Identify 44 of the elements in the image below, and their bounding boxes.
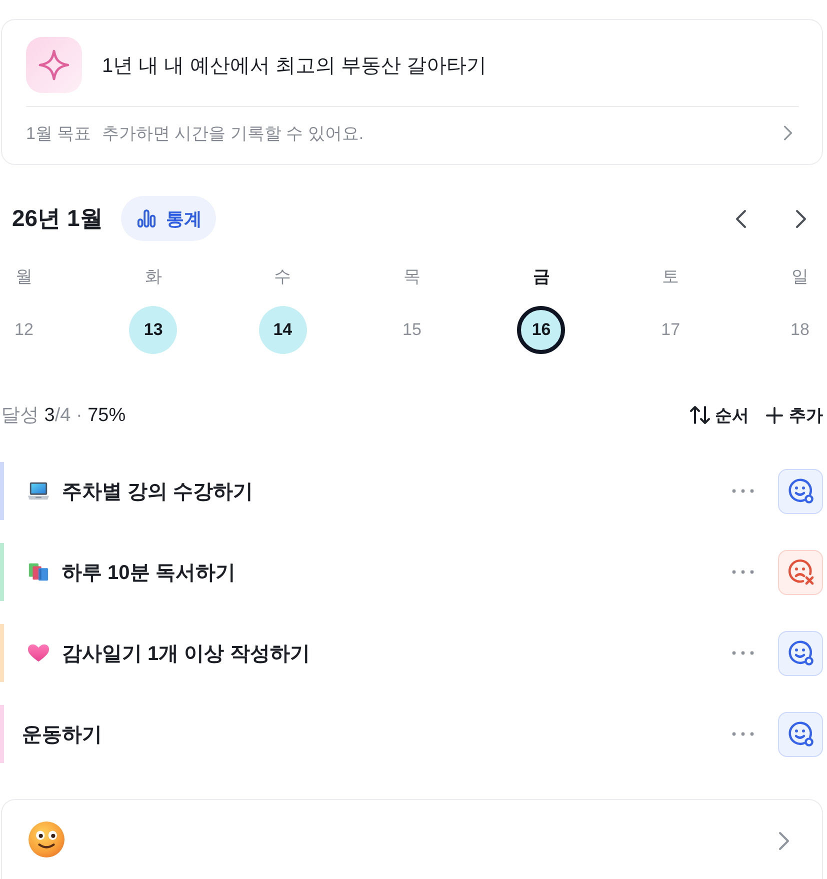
more-icon[interactable]: [731, 488, 755, 494]
smiley-icon: [786, 639, 814, 667]
bar-chart-icon: [136, 209, 156, 228]
task-title[interactable]: 주차별 강의 수강하기: [62, 478, 254, 504]
achievement-summary: 달성 3/4 · 75%: [1, 404, 126, 428]
goal-hint: 추가하면 시간을 기록할 수 있어요.: [102, 122, 365, 144]
books-icon: [27, 562, 50, 582]
month-title: 26년 1월: [12, 204, 103, 233]
task-title[interactable]: 감사일기 1개 이상 작성하기: [62, 640, 310, 666]
status-button[interactable]: [778, 550, 823, 594]
laptop-icon: [27, 481, 50, 501]
sort-icon: [689, 405, 711, 425]
smiley-face-icon: [28, 821, 65, 858]
status-button[interactable]: [778, 468, 823, 514]
sparkle-icon: [26, 37, 82, 93]
heart-icon: [27, 643, 50, 663]
smiley-icon: [786, 720, 814, 748]
chevron-right-icon[interactable]: [795, 208, 807, 228]
task-title[interactable]: 하루 10분 독서하기: [62, 558, 236, 586]
smiley-icon: [786, 477, 814, 505]
more-icon[interactable]: [731, 731, 755, 737]
weekday-label: 화: [144, 266, 162, 288]
calendar-date[interactable]: 14: [258, 306, 307, 354]
stats-button[interactable]: 통계: [120, 196, 216, 241]
more-icon[interactable]: [731, 569, 755, 575]
goal-label: 1월 목표: [26, 122, 92, 144]
weekday-label: 월: [16, 266, 32, 288]
status-button[interactable]: [778, 630, 823, 676]
task-title[interactable]: 운동하기: [22, 720, 102, 748]
plus-icon: [766, 406, 783, 424]
frown-icon: [786, 558, 814, 586]
sort-button[interactable]: 순서: [689, 404, 749, 426]
add-button[interactable]: 추가: [766, 404, 823, 426]
weekday-label: 금: [532, 266, 550, 288]
weekday-label: 목: [403, 266, 420, 288]
weekday-label: 토: [662, 266, 680, 288]
calendar-date[interactable]: 16: [517, 306, 566, 354]
calendar-date[interactable]: 13: [129, 306, 178, 354]
goal-title: 1년 내 내 예산에서 최고의 부동산 갈아타기: [102, 54, 486, 78]
status-button[interactable]: [778, 712, 823, 756]
weekday-label: 수: [274, 266, 292, 288]
chevron-left-icon[interactable]: [735, 208, 747, 228]
more-icon[interactable]: [731, 650, 755, 656]
weekday-label: 일: [791, 266, 808, 288]
